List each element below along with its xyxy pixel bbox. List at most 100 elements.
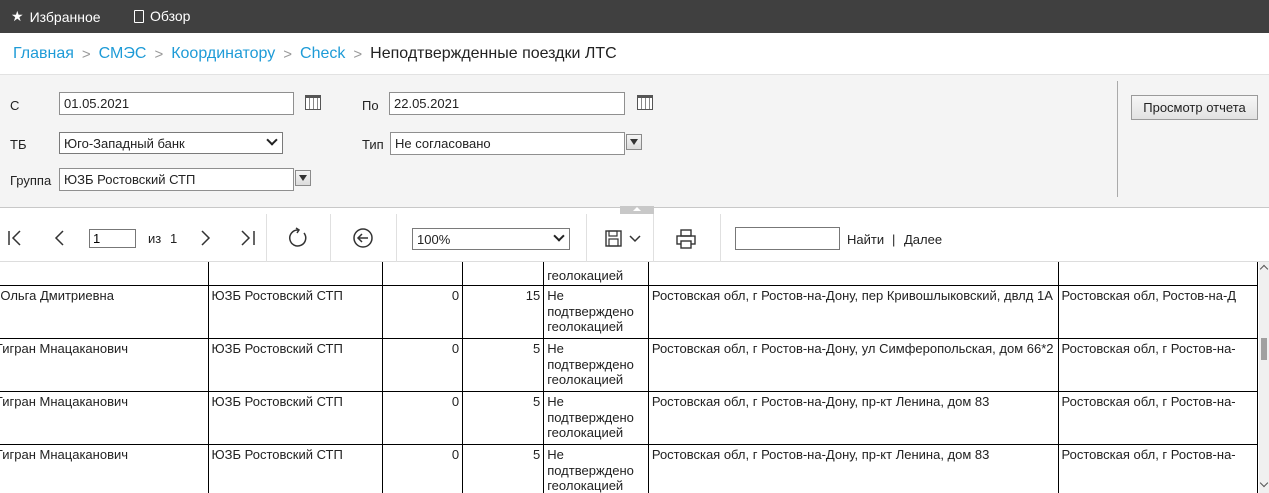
first-page-icon[interactable] — [6, 228, 26, 248]
last-page-icon[interactable] — [237, 228, 257, 248]
toolbar-separator — [330, 214, 331, 262]
next-page-icon[interactable] — [195, 228, 215, 248]
scroll-up-icon[interactable] — [1259, 264, 1269, 274]
group-label: Группа — [10, 173, 52, 188]
refresh-icon[interactable] — [287, 227, 309, 249]
report-viewport: геолокацией ская Ольга Дмитриевна ЮЗБ Рост… — [0, 262, 1259, 493]
count-cell: 15 — [462, 285, 545, 339]
calendar-icon[interactable] — [305, 95, 321, 110]
print-icon[interactable] — [675, 228, 697, 250]
address-cell: Ростовская обл, г Ростов-на-Дону, пер Кр… — [647, 285, 1059, 339]
group-cell: ЮЗБ Ростовский СТП — [207, 391, 384, 445]
employee-name-cell: ская Ольга Дмитриевна — [0, 285, 209, 339]
scroll-thumb[interactable] — [1261, 338, 1267, 360]
count-cell: 5 — [462, 391, 545, 445]
breadcrumb-home[interactable]: Главная — [13, 45, 74, 63]
type-dropdown-button[interactable] — [626, 134, 642, 150]
from-date-input[interactable]: 01.05.2021 — [59, 92, 294, 115]
view-report-button[interactable]: Просмотр отчета — [1131, 95, 1258, 120]
page-title: Неподтвержденные поездки ЛТС — [370, 45, 617, 62]
scroll-down-icon[interactable] — [1259, 478, 1269, 488]
address-cell — [647, 262, 1059, 286]
from-date-label: С — [10, 98, 20, 113]
breadcrumb-smes[interactable]: СМЭС — [99, 45, 147, 63]
zoom-value: 100% — [417, 232, 451, 247]
address-cell: Ростовская обл, г Ростов-на-Дону, ул Сим… — [647, 338, 1059, 392]
address-cell: Ростовская обл, г Ростов-на- — [1057, 391, 1259, 445]
chevron-right-icon: > — [353, 45, 363, 63]
employee-name-text: рян Тигран Мнацаканович — [0, 394, 129, 409]
address-cell — [1057, 262, 1259, 286]
find-link[interactable]: Найти — [847, 232, 884, 247]
status-cell: Не подтверждено геолокацией — [543, 285, 649, 339]
favorites-label: Избранное — [29, 8, 101, 25]
vertical-scrollbar[interactable] — [1259, 262, 1269, 493]
group-cell: ЮЗБ Ростовский СТП — [207, 285, 384, 339]
employee-name-text: рян Тигран Мнацаканович — [0, 447, 129, 462]
chevron-up-icon — [633, 207, 641, 211]
report-table: геолокацией ская Ольга Дмитриевна ЮЗБ Рост… — [0, 262, 1259, 493]
group-cell: ЮЗБ Ростовский СТП — [207, 444, 384, 493]
chevron-down-icon — [266, 134, 278, 146]
total-pages: 1 — [170, 231, 178, 246]
to-date-input[interactable]: 22.05.2021 — [389, 92, 625, 115]
group-dropdown-button[interactable] — [295, 170, 311, 186]
count-cell: 5 — [462, 338, 545, 392]
employee-name-cell: рян Тигран Мнацаканович — [0, 444, 209, 493]
status-cell: Не подтверждено геолокацией — [543, 391, 649, 445]
dropdown-arrow-icon — [299, 175, 307, 181]
address-cell: Ростовская обл, г Ростов-на- — [1057, 444, 1259, 493]
tb-select-value: Юго-Западный банк — [64, 136, 185, 151]
page-number-input[interactable] — [89, 229, 136, 248]
count-cell — [382, 262, 464, 286]
count-cell: 0 — [382, 444, 464, 493]
address-cell: Ростовская обл, г Ростов-на- — [1057, 338, 1259, 392]
star-icon: ★ — [11, 8, 24, 24]
dropdown-arrow-icon — [630, 139, 638, 145]
favorites-button[interactable]: ★ Избранное — [11, 8, 101, 25]
zoom-select[interactable]: 100% — [412, 228, 570, 250]
parameters-panel: С 01.05.2021 По 22.05.2021 ТБ Юго-Западн… — [0, 74, 1269, 208]
address-cell: Ростовская обл, Ростов-на-Д — [1057, 285, 1259, 339]
status-cell: Не подтверждено геолокацией — [543, 338, 649, 392]
find-next-link[interactable]: Далее — [904, 232, 942, 247]
count-cell: 0 — [382, 338, 464, 392]
table-row: рян Тигран Мнацаканович ЮЗБ Ростовский СТ… — [0, 444, 1259, 493]
toolbar-separator — [396, 214, 397, 262]
chevron-right-icon: > — [81, 45, 91, 63]
toolbar-separator — [720, 214, 721, 262]
calendar-icon[interactable] — [637, 95, 653, 110]
chevron-right-icon: > — [283, 45, 293, 63]
breadcrumb-check[interactable]: Check — [300, 45, 345, 63]
document-icon — [134, 9, 144, 23]
breadcrumb: Главная > СМЭС > Координатору > Check > … — [13, 45, 617, 63]
table-row: рян Тигран Мнацаканович ЮЗБ Ростовский СТ… — [0, 338, 1259, 392]
employee-name-text: ская Ольга Дмитриевна — [0, 288, 114, 303]
chevron-down-icon — [553, 230, 565, 242]
group-input[interactable]: ЮЗБ Ростовский СТП — [59, 168, 294, 191]
browse-button[interactable]: Обзор — [134, 8, 190, 24]
toolbar-separator — [266, 214, 267, 262]
back-icon[interactable] — [352, 227, 374, 249]
browse-label: Обзор — [150, 8, 191, 24]
find-input[interactable] — [735, 227, 840, 250]
panel-divider — [1117, 81, 1118, 197]
top-bar: ★ Избранное Обзор — [0, 0, 1269, 33]
save-icon[interactable] — [604, 229, 644, 249]
tb-select[interactable]: Юго-Западный банк — [59, 132, 283, 154]
chevron-right-icon: > — [154, 45, 164, 63]
table-row: ская Ольга Дмитриевна ЮЗБ Ростовский СТП0… — [0, 285, 1259, 339]
address-cell: Ростовская обл, г Ростов-на-Дону, пр-кт … — [647, 391, 1059, 445]
type-label: Тип — [362, 137, 384, 152]
type-input[interactable]: Не согласовано — [390, 132, 625, 155]
status-cell: геолокацией — [543, 262, 649, 286]
find-separator: | — [892, 232, 896, 247]
status-cell: Не подтверждено геолокацией — [543, 444, 649, 493]
toolbar-separator — [586, 214, 587, 262]
collapse-panel-toggle[interactable] — [620, 206, 654, 214]
report-toolbar: из 1 100% Найти | Далее — [0, 214, 1269, 262]
breadcrumb-coordinator[interactable]: Координатору — [171, 45, 275, 63]
previous-page-icon[interactable] — [50, 228, 70, 248]
employee-name-cell: рян Тигран Мнацаканович — [0, 338, 209, 392]
count-cell: 5 — [462, 444, 545, 493]
